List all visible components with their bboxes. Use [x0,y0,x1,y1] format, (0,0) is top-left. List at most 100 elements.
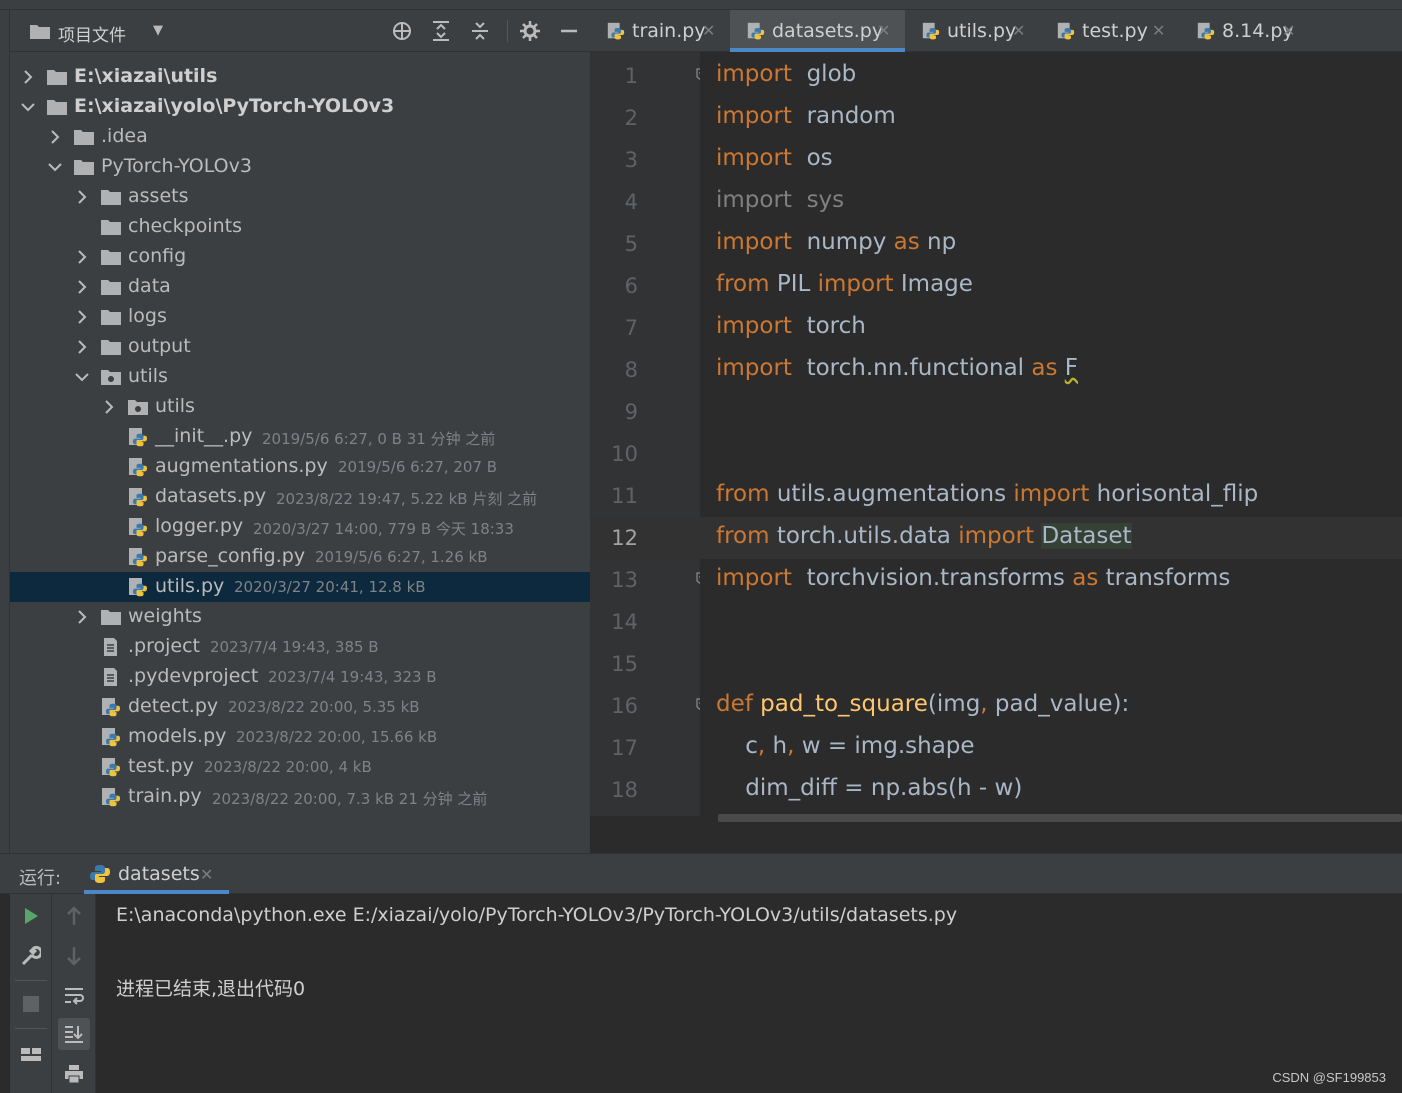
code-token: c [716,733,758,759]
close-icon[interactable]: ✕ [200,865,213,884]
tree-item[interactable]: logs [10,302,590,332]
chevron-right-icon[interactable] [74,309,90,325]
python-file-icon [102,698,120,717]
chevron-right-icon[interactable] [47,129,63,145]
soft-wrap-icon[interactable] [58,980,90,1012]
chevron-down-icon[interactable] [20,99,36,115]
chevron-right-icon[interactable] [74,279,90,295]
run-panel-header: 运行: datasets ✕ [0,854,1402,894]
tree-item-label: .idea [101,125,148,147]
collapse-all-icon[interactable] [469,20,491,42]
tree-item[interactable]: checkpoints [10,212,590,242]
tree-item[interactable]: .idea [10,122,590,152]
tree-item-meta: 2023/7/4 19:43, 385 B [210,638,379,656]
tree-item[interactable]: detect.py 2023/8/22 20:00, 5.35 kB [10,692,590,722]
wrench-icon[interactable] [15,940,47,972]
run-console-output[interactable]: E:\anaconda\python.exe E:/xiazai/yolo/Py… [96,894,1402,1093]
locate-icon[interactable] [391,20,413,42]
tree-item[interactable]: utils [10,392,590,422]
tree-item[interactable]: logger.py 2020/3/27 14:00, 779 B 今天 18:33 [10,512,590,542]
folder-icon [47,70,67,85]
run-icon[interactable] [15,900,47,932]
code-line: import torch [716,313,866,339]
chevron-right-icon[interactable] [101,399,117,415]
code-token: import [958,523,1035,549]
package-folder-icon [101,370,121,385]
python-file-icon [129,548,147,567]
code-line: import os [716,145,833,171]
chevron-down-icon[interactable] [74,369,90,385]
run-toolbar-left [10,894,52,1093]
tree-item[interactable]: assets [10,182,590,212]
up-arrow-icon[interactable] [58,900,90,932]
tree-item[interactable]: __init__.py 2019/5/6 6:27, 0 B 31 分钟 之前 [10,422,590,452]
print-icon[interactable] [58,1058,90,1090]
tab-label: train.py [632,20,706,42]
tree-item[interactable]: data [10,272,590,302]
tree-item[interactable]: train.py 2023/8/22 20:00, 7.3 kB 21 分钟 之前 [10,782,590,812]
tree-item[interactable]: E:\xiazai\yolo\PyTorch-YOLOv3 [10,92,590,122]
tree-item[interactable]: weights [10,602,590,632]
tree-item[interactable]: test.py 2023/8/22 20:00, 4 kB [10,752,590,782]
line-number: 17 [611,736,638,760]
project-view-selector[interactable]: 项目文件 [58,21,126,46]
line-number: 14 [611,610,638,634]
close-icon[interactable]: ✕ [702,21,715,40]
tree-item[interactable]: utils.py 2020/3/27 20:41, 12.8 kB [10,572,590,602]
hide-icon[interactable] [558,20,580,42]
tree-item[interactable]: .pydevproject 2023/7/4 19:43, 323 B [10,662,590,692]
tree-item[interactable]: config [10,242,590,272]
chevron-right-icon[interactable] [20,69,36,85]
tab-utils-py[interactable]: utils.py ✕ [905,10,1040,52]
tree-item-label: test.py [128,755,194,777]
tab-test-py[interactable]: test.py ✕ [1040,10,1180,52]
chevron-down-icon[interactable] [47,159,63,175]
code-token: np [919,229,957,255]
tree-item-label: utils.py [155,575,225,597]
python-file-icon [129,518,147,537]
code-token: utils.augmentations [769,481,1014,507]
close-icon[interactable]: ✕ [1012,21,1025,40]
tree-item[interactable]: PyTorch-YOLOv3 [10,152,590,182]
tree-item[interactable]: output [10,332,590,362]
tree-item[interactable]: .project 2023/7/4 19:43, 385 B [10,632,590,662]
left-tool-stripe [0,10,10,853]
close-icon[interactable]: ✕ [1282,21,1295,40]
stop-icon[interactable] [15,988,47,1020]
gear-icon[interactable] [519,20,541,42]
chevron-right-icon[interactable] [74,189,90,205]
layout-icon[interactable] [15,1038,47,1070]
chevron-right-icon[interactable] [74,609,90,625]
tree-item[interactable]: models.py 2023/8/22 20:00, 15.66 kB [10,722,590,752]
expand-all-icon[interactable] [430,20,452,42]
chevron-right-icon[interactable] [74,339,90,355]
tab-8-14-py[interactable]: 8.14.py ✕ [1180,10,1310,52]
code-view[interactable]: import glob import random import os import … [700,52,1402,816]
run-toolbar-right [52,894,96,1093]
chevron-down-icon[interactable]: ▼ [153,23,163,38]
code-token: import [716,145,792,171]
tab-train-py[interactable]: train.py ✕ [590,10,730,52]
tab-datasets-py[interactable]: datasets.py ✕ [730,10,905,52]
code-token: torch [791,313,866,339]
python-file-icon [129,578,147,597]
horizontal-scrollbar[interactable] [718,814,1402,822]
tree-item-meta: 2019/5/6 6:27, 0 B 31 分钟 之前 [262,430,496,448]
run-tab-datasets[interactable]: datasets ✕ [84,854,229,894]
tree-item-label: datasets.py [155,485,267,507]
tree-item[interactable]: utils [10,362,590,392]
editor-tabs: train.py ✕ datasets.py ✕ utils.py ✕ test.py ✕ 8.… [590,10,1402,52]
toolbar-divider [507,20,508,42]
tree-item[interactable]: datasets.py 2023/8/22 19:47, 5.22 kB 片刻 之… [10,482,590,512]
close-icon[interactable]: ✕ [877,21,890,40]
tree-item[interactable]: parse_config.py 2019/5/6 6:27, 1.26 kB [10,542,590,572]
close-icon[interactable]: ✕ [1152,21,1165,40]
tree-item[interactable]: augmentations.py 2019/5/6 6:27, 207 B [10,452,590,482]
tree-item-meta: 2023/8/22 20:00, 4 kB [204,758,372,776]
line-number: 11 [611,484,638,508]
folder-icon [101,280,121,295]
down-arrow-icon[interactable] [58,940,90,972]
tree-item[interactable]: E:\xiazai\utils [10,62,590,92]
chevron-right-icon[interactable] [74,249,90,265]
scroll-to-end-icon[interactable] [58,1018,90,1050]
